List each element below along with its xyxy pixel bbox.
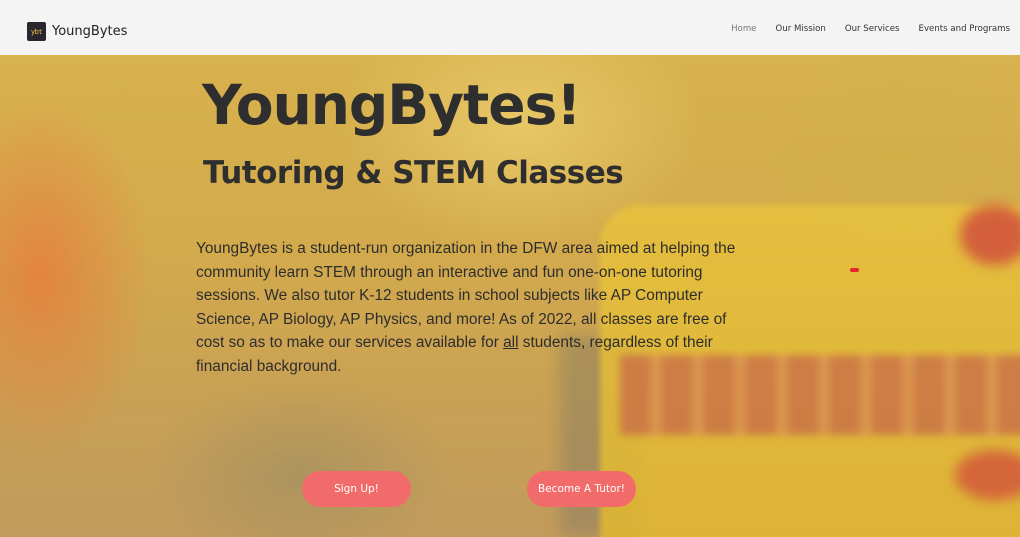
hero-section: YoungBytes! Tutoring & STEM Classes Youn… [0, 55, 1020, 537]
nav-events-and-programs[interactable]: Events and Programs [919, 24, 1010, 34]
nav-our-services[interactable]: Our Services [845, 24, 900, 34]
brand-name: YoungBytes [52, 24, 128, 39]
description-emphasis: all [503, 334, 519, 351]
hero-title: YoungBytes! [202, 73, 581, 137]
site-logo[interactable]: ybt YoungBytes [27, 22, 127, 41]
nav-home[interactable]: Home [731, 24, 756, 34]
nav-our-mission[interactable]: Our Mission [775, 24, 825, 34]
become-tutor-button[interactable]: Become A Tutor! [527, 471, 636, 507]
site-header: ybt YoungBytes Home Our Mission Our Serv… [0, 0, 1020, 55]
logo-icon: ybt [27, 22, 46, 41]
recaptcha-indicator [850, 268, 859, 272]
sign-up-button[interactable]: Sign Up! [302, 471, 411, 507]
main-nav: Home Our Mission Our Services Events and… [712, 24, 1010, 34]
hero-description: YoungBytes is a student-run organization… [196, 237, 756, 378]
hero-subtitle: Tutoring & STEM Classes [203, 155, 624, 191]
